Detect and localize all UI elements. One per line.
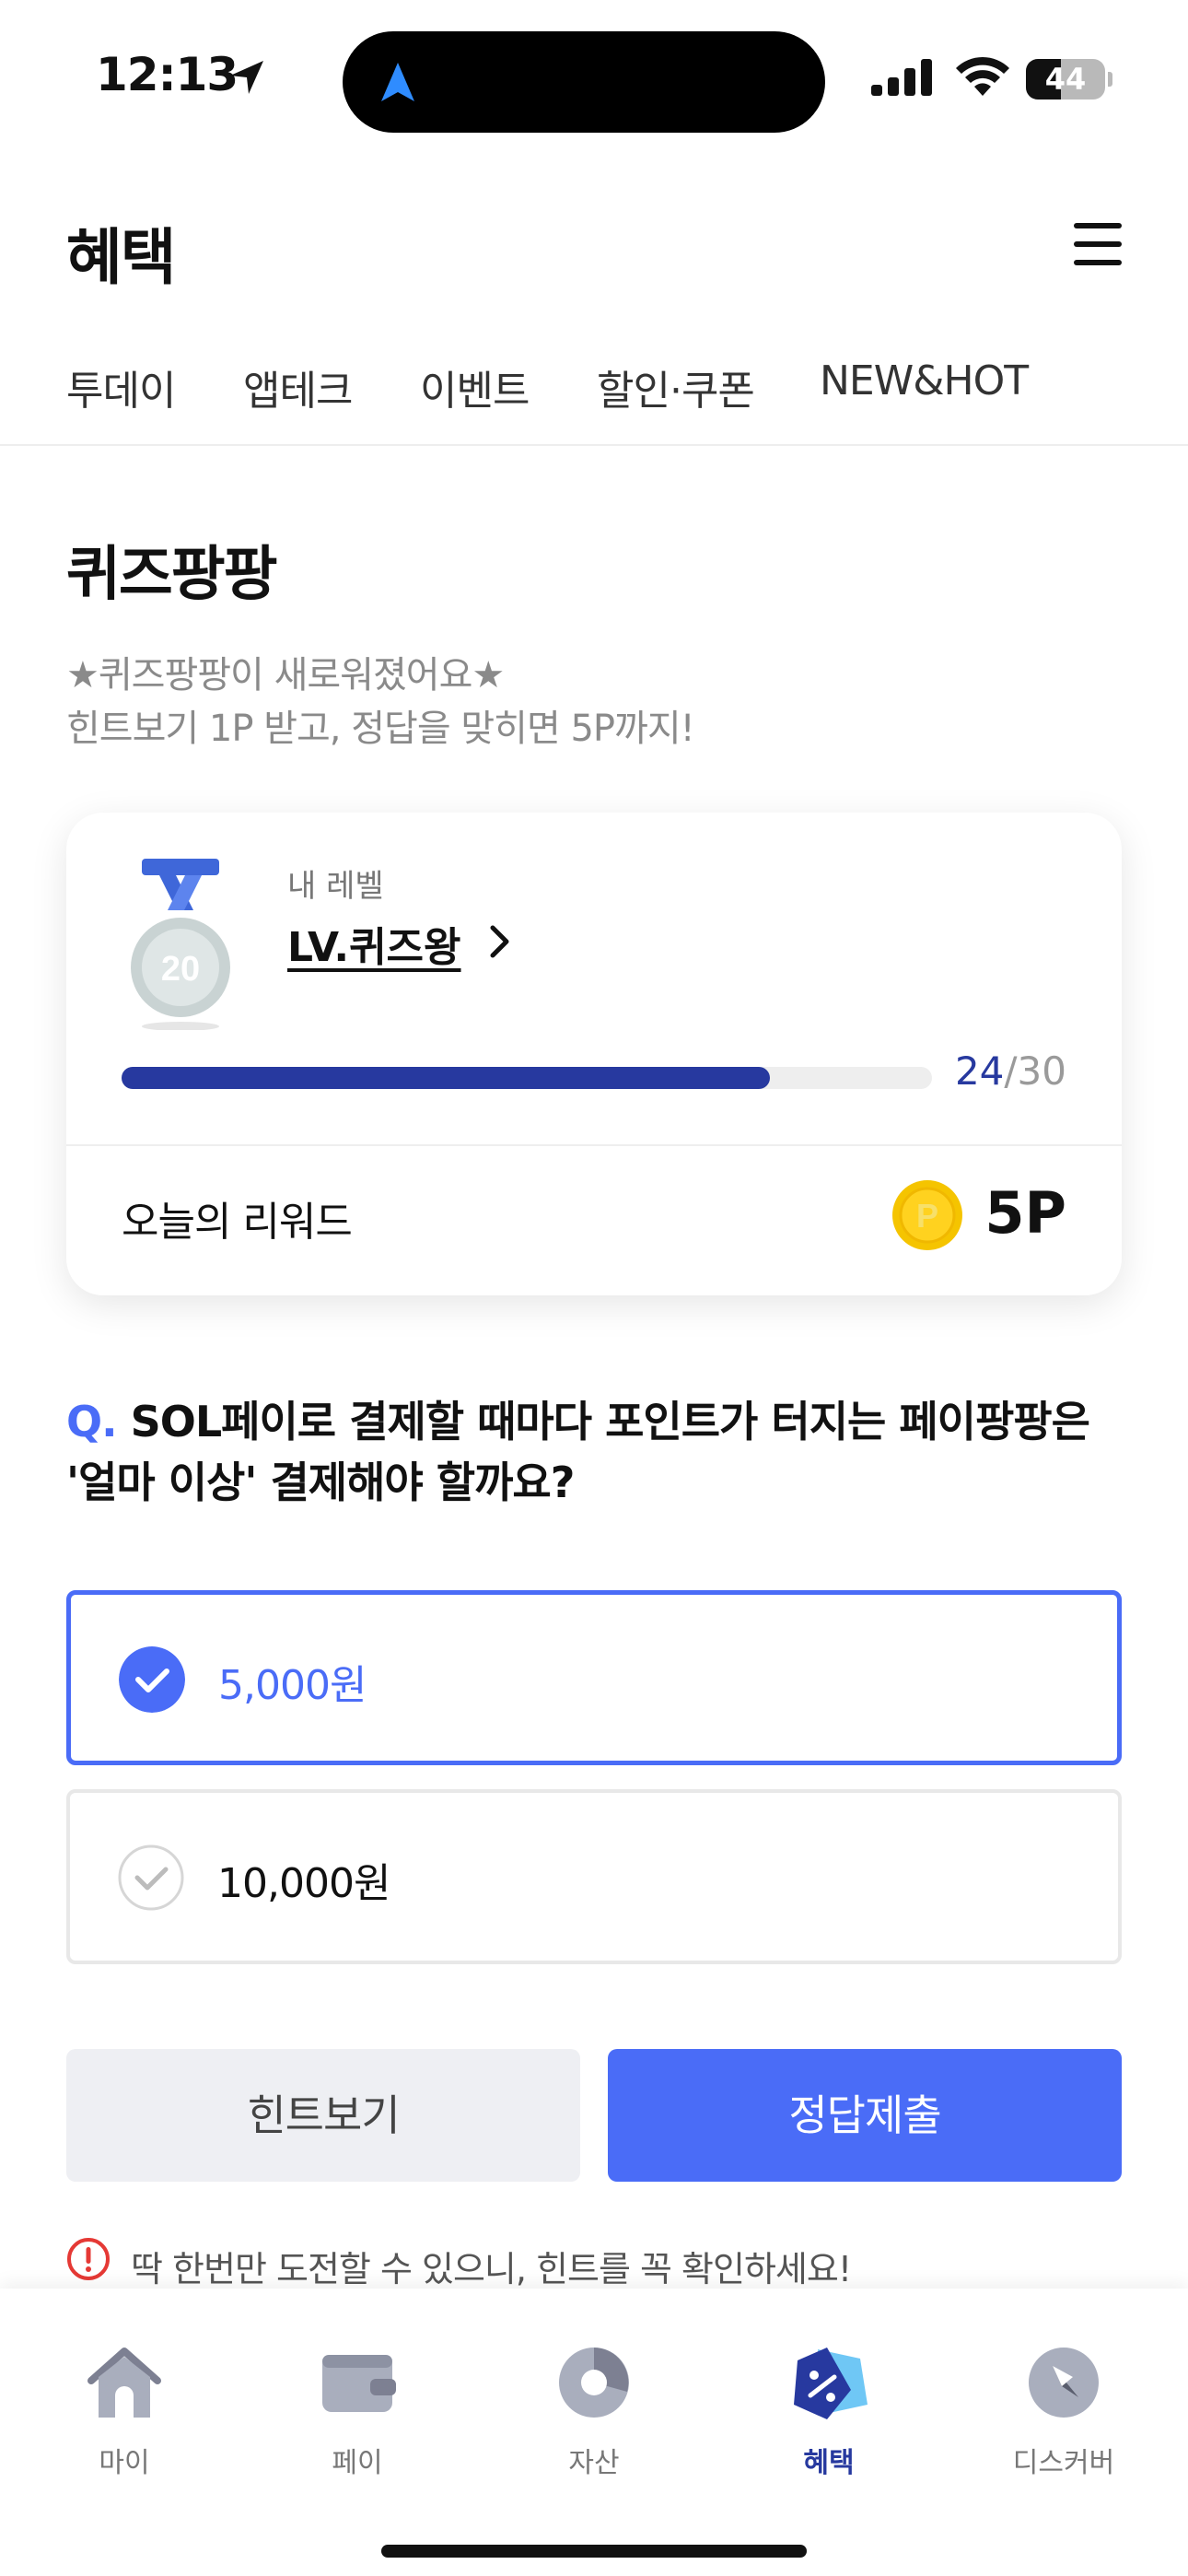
card-divider	[66, 1144, 1122, 1146]
quiz-desc-line2: 힌트보기 1P 받고, 정답을 맞히면 5P까지!	[66, 708, 695, 750]
nav-label: 디스커버	[1012, 2447, 1115, 2479]
progress-total: /30	[1004, 1048, 1066, 1094]
tab-today[interactable]: 투데이	[66, 357, 176, 446]
status-bar: 12:13 44	[0, 0, 1188, 157]
level-progress-fill	[122, 1067, 770, 1089]
dynamic-island	[343, 31, 825, 133]
nav-label: 자산	[568, 2447, 620, 2479]
reward-label: 오늘의 리워드	[122, 1199, 353, 1246]
nav-item-pay[interactable]: 페이	[274, 2344, 440, 2491]
level-card: 20 내 레벨 LV.퀴즈왕 24/30 오늘의 리워드 P 5P	[66, 813, 1122, 1295]
hint-button[interactable]: 힌트보기	[66, 2049, 580, 2182]
home-icon	[87, 2348, 161, 2418]
tab-discount-coupon[interactable]: 할인·쿠폰	[597, 357, 755, 446]
answer-option[interactable]: 10,000원	[66, 1789, 1122, 1964]
category-tabs: 투데이 앱테크 이벤트 할인·쿠폰 NEW&HOT	[0, 357, 1188, 446]
answer-option[interactable]: 5,000원	[66, 1590, 1122, 1765]
alert-circle-icon	[67, 2238, 110, 2280]
quiz-desc-line1: ★퀴즈팡팡이 새로워졌어요★	[66, 654, 505, 697]
nav-item-assets[interactable]: 자산	[511, 2344, 677, 2491]
nav-label: 페이	[332, 2447, 383, 2479]
level-progress-bar	[122, 1067, 932, 1089]
nav-label: 마이	[99, 2447, 150, 2479]
hamburger-menu-icon[interactable]	[1074, 223, 1122, 265]
discount-tag-icon	[794, 2348, 868, 2419]
quiz-title: 퀴즈팡팡	[66, 541, 278, 609]
level-progress-text: 24/30	[955, 1048, 1066, 1094]
answer-option-label: 5,000원	[218, 1662, 367, 1709]
nav-item-discover[interactable]: 디스커버	[981, 2344, 1147, 2491]
wallet-icon	[322, 2355, 396, 2412]
cellular-signal-icon	[871, 59, 932, 96]
submit-answer-button[interactable]: 정답제출	[608, 2049, 1122, 2182]
question-prefix: Q.	[66, 1397, 118, 1446]
quiz-question: Q. SOL페이로 결제할 때마다 포인트가 터지는 페이팡팡은 '얼마 이상'…	[66, 1391, 1125, 1513]
point-coin-icon: P	[892, 1180, 962, 1250]
navigation-arrow-icon	[381, 63, 414, 101]
chevron-right-icon[interactable]	[488, 923, 512, 960]
check-circle-icon	[119, 1646, 185, 1713]
progress-current: 24	[954, 1048, 1005, 1094]
tab-event[interactable]: 이벤트	[420, 357, 530, 446]
answer-option-label: 10,000원	[217, 1860, 390, 1907]
page-title: 혜택	[66, 222, 176, 293]
level-caption: 내 레벨	[287, 868, 384, 905]
check-circle-outline-icon	[118, 1844, 184, 1911]
notice-text: 딱 한번만 도전할 수 있으니, 힌트를 꼭 확인하세요!	[131, 2249, 852, 2289]
level-name-link[interactable]: LV.퀴즈왕	[287, 914, 461, 973]
nav-item-benefits[interactable]: 혜택	[746, 2344, 912, 2491]
status-time: 12:13	[96, 48, 239, 101]
tab-apptech[interactable]: 앱테크	[243, 357, 353, 446]
pie-chart-icon	[559, 2348, 629, 2418]
svg-text:P: P	[916, 1197, 938, 1235]
home-indicator	[381, 2545, 807, 2558]
bottom-navigation: 마이 페이 자산 혜택 디스커버	[0, 2289, 1188, 2576]
medal-number: 20	[161, 950, 200, 989]
nav-item-my[interactable]: 마이	[41, 2344, 207, 2491]
reward-value: 5P	[984, 1179, 1066, 1247]
question-text: SOL페이로 결제할 때마다 포인트가 터지는 페이팡팡은 '얼마 이상' 결제…	[66, 1397, 1090, 1507]
medal-icon: 20	[131, 859, 230, 1030]
nav-label: 혜택	[803, 2447, 855, 2479]
battery-icon: 44	[1026, 59, 1112, 100]
wifi-icon	[956, 56, 1009, 96]
tab-new-hot[interactable]: NEW&HOT	[820, 357, 1029, 446]
compass-icon	[1029, 2348, 1099, 2418]
location-arrow-icon	[230, 61, 263, 94]
